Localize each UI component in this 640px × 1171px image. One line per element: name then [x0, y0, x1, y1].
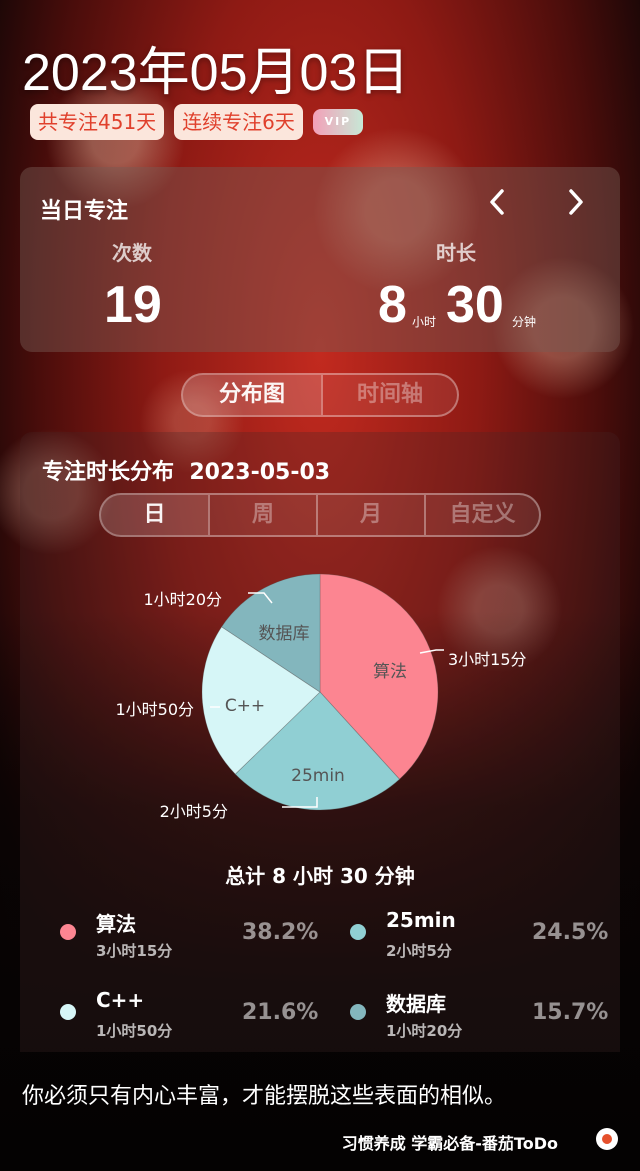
- distribution-date: 2023-05-03: [189, 460, 331, 485]
- vip-badge[interactable]: VIP: [312, 109, 363, 135]
- total-days-badge: 共专注451天: [30, 104, 165, 140]
- legend-time: 1小时20分: [386, 1022, 463, 1040]
- pie-value-label: 3小时15分: [448, 650, 527, 669]
- legend-percent: 38.2%: [242, 920, 319, 945]
- hours-value: 8: [378, 276, 407, 334]
- minutes-unit: 分钟: [512, 315, 537, 329]
- count-label: 次数: [112, 241, 152, 265]
- app-footer: 习惯养成 学霸必备-番茄ToDo: [341, 1134, 558, 1153]
- chevron-left-icon[interactable]: [486, 187, 508, 225]
- legend-time: 1小时50分: [96, 1022, 173, 1040]
- legend-percent: 24.5%: [532, 920, 609, 945]
- legend-dot: [60, 1004, 76, 1020]
- chevron-right-icon[interactable]: [565, 187, 587, 225]
- legend-time: 2小时5分: [386, 942, 452, 960]
- pie-value-label: 1小时20分: [143, 590, 222, 609]
- legend-name: C++: [96, 988, 145, 1012]
- pie-chart: 算法 3小时15分 25min 2小时5分 C++ 1小时50分 数据库 1小时20分: [115, 573, 527, 821]
- minutes-value: 30: [446, 276, 504, 334]
- legend-dot: [350, 924, 366, 940]
- count-value: 19: [104, 276, 162, 334]
- tab-month[interactable]: 月: [316, 495, 424, 535]
- tomato-app-icon: [596, 1128, 618, 1150]
- badge-row: 共专注451天 连续专注6天 VIP: [30, 104, 363, 140]
- period-tabs: 日 周 月 自定义: [99, 493, 541, 537]
- daily-focus-title: 当日专注: [40, 199, 129, 224]
- pie-slice-label: 25min: [291, 766, 345, 786]
- legend-percent: 15.7%: [532, 1000, 609, 1025]
- hours-unit: 小时: [412, 315, 437, 329]
- view-tabs: 分布图 时间轴: [181, 373, 459, 417]
- legend-dot: [350, 1004, 366, 1020]
- pie-slice-label: 算法: [373, 662, 407, 682]
- pie-value-label: 2小时5分: [160, 802, 228, 821]
- tab-distribution[interactable]: 分布图: [183, 375, 321, 415]
- legend-time: 3小时15分: [96, 942, 173, 960]
- tab-day[interactable]: 日: [101, 495, 208, 535]
- legend-name: 25min: [386, 908, 456, 932]
- total-duration: 总计 8 小时 30 分钟: [225, 864, 415, 888]
- streak-badge: 连续专注6天: [174, 104, 303, 140]
- legend-dot: [60, 924, 76, 940]
- distribution-title-text: 专注时长分布: [42, 460, 175, 485]
- tab-custom[interactable]: 自定义: [424, 495, 539, 535]
- quote-text: 你必须只有内心丰富，才能摆脱这些表面的相似。: [22, 1084, 507, 1109]
- page-title: 2023年05月03日: [22, 44, 410, 102]
- pie-slice-label: C++: [225, 696, 265, 716]
- pie-slice-label: 数据库: [259, 624, 310, 644]
- legend-percent: 21.6%: [242, 1000, 319, 1025]
- tab-timeline[interactable]: 时间轴: [321, 375, 457, 415]
- legend-name: 算法: [96, 912, 136, 936]
- pie-value-label: 1小时50分: [115, 700, 194, 719]
- distribution-title: 专注时长分布 2023-05-03: [42, 454, 330, 486]
- daily-focus-card: 当日专注 次数 时长 19 8 小时 30 分钟: [20, 167, 620, 352]
- legend-name: 数据库: [386, 992, 446, 1016]
- tab-week[interactable]: 周: [208, 495, 316, 535]
- duration-label: 时长: [436, 241, 476, 265]
